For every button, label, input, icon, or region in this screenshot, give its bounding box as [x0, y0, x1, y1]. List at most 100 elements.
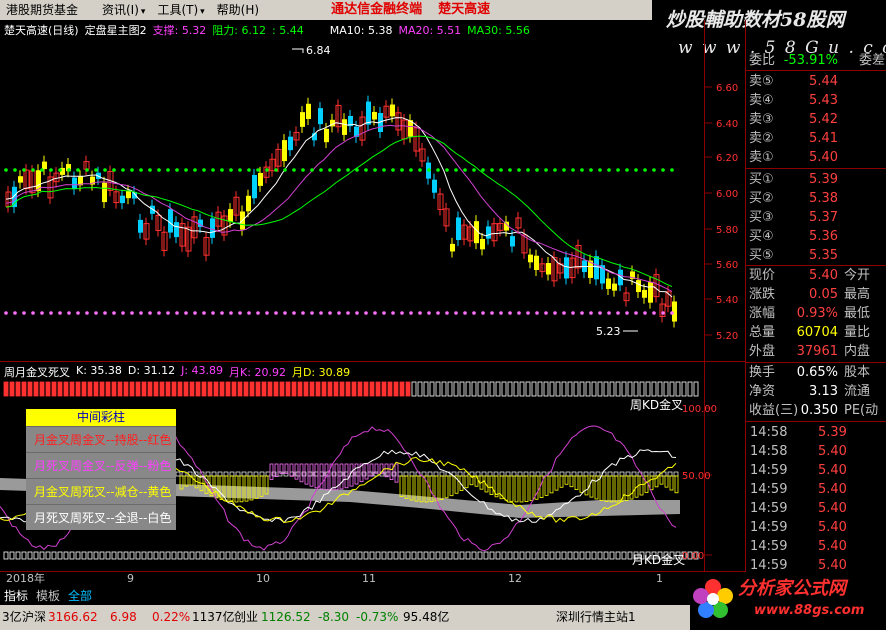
week-cross-bar	[165, 381, 171, 397]
week-cross-bar	[369, 381, 375, 397]
resist-dot	[157, 168, 161, 172]
site-logo: 分析家公式网 www.88gs.com	[690, 572, 886, 630]
station-name[interactable]: 深圳行情主站1	[556, 605, 636, 630]
resist-dot	[67, 168, 71, 172]
support-dot	[472, 311, 476, 315]
stat-label: 净资	[749, 384, 776, 399]
index2-name[interactable]: 创业	[234, 605, 258, 630]
menu-help[interactable]: 帮助(H)	[211, 0, 265, 20]
midline-dot	[487, 471, 493, 477]
midline-dot	[475, 471, 481, 477]
stat-label: 涨跌	[749, 287, 776, 302]
resist-dot	[211, 168, 215, 172]
week-cross-bar	[309, 381, 315, 397]
week-cross-bar	[207, 381, 213, 397]
week-cross-bar	[489, 381, 495, 397]
ask-row[interactable]: 卖⑤ 5.44	[746, 72, 886, 91]
resist-dot	[301, 168, 305, 172]
bid-price: 5.37	[809, 210, 838, 225]
week-cross-bar	[609, 381, 615, 397]
bid-row[interactable]: 买① 5.39	[746, 170, 886, 189]
kd-month-d: 月D: 30.89	[291, 366, 351, 379]
resist-dot	[517, 168, 521, 172]
signal-bar	[304, 463, 309, 485]
midline-dot	[421, 471, 427, 477]
menu-tools[interactable]: 工具(T) ▾	[151, 0, 210, 20]
midline-dot	[247, 471, 253, 477]
bid-row[interactable]: 买⑤ 5.35	[746, 246, 886, 265]
midline-dot	[511, 471, 517, 477]
candle-body	[252, 174, 257, 199]
bid-row[interactable]: 买④ 5.36	[746, 227, 886, 246]
month-cross-bar	[417, 551, 423, 560]
week-cross-bar	[645, 381, 651, 397]
month-cross-bar	[201, 551, 207, 560]
week-cross-bar	[447, 381, 453, 397]
signal-bar	[509, 475, 514, 502]
candle-body	[126, 190, 131, 199]
signal-bar	[529, 475, 534, 502]
resist-dot	[589, 168, 593, 172]
bid-row[interactable]: 买③ 5.37	[746, 208, 886, 227]
bid-row[interactable]: 买② 5.38	[746, 189, 886, 208]
menu-hk-futures[interactable]: 港股期货基金	[0, 0, 96, 20]
tab-indicator[interactable]: 指标	[0, 588, 32, 604]
support-dot	[274, 311, 278, 315]
week-cross-bar	[87, 381, 93, 397]
candle-body	[636, 280, 641, 293]
bid-label: 买①	[749, 172, 774, 187]
stat-label: 最低	[844, 306, 871, 321]
ask-row[interactable]: 卖① 5.40	[746, 148, 886, 167]
week-cross-bar	[597, 381, 603, 397]
midline-dot	[613, 471, 619, 477]
month-cross-bar	[537, 551, 543, 560]
kd-k: K: 35.38	[76, 364, 122, 377]
resist-dot	[400, 168, 404, 172]
week-cross-bar	[507, 381, 513, 397]
candle-body	[366, 101, 371, 125]
resist-value: 6.12	[241, 24, 267, 37]
week-cross-bar	[117, 381, 123, 397]
week-cross-bar	[387, 381, 393, 397]
tab-all[interactable]: 全部	[64, 588, 96, 604]
tab-template[interactable]: 模板	[32, 588, 64, 604]
midline-dot	[493, 471, 499, 477]
tick-row: 14:59 5.40	[746, 461, 886, 480]
week-cross-bar	[93, 381, 99, 397]
support-dot	[211, 311, 215, 315]
indicator-name[interactable]: 定盘星主图2	[85, 23, 147, 39]
resist-dot	[643, 168, 647, 172]
menu-info[interactable]: 资讯(I) ▾	[96, 0, 151, 20]
resist-dot	[292, 168, 296, 172]
candlestick-chart[interactable]: 6.60 6.40 6.20 6.00 5.80 5.60 5.40 5.20 6.84 5.…	[0, 39, 745, 360]
support-dot	[85, 311, 89, 315]
kd-tick-label: 0.00	[682, 551, 704, 562]
tick-row: 14:58 5.39	[746, 423, 886, 442]
resist-dot	[481, 168, 485, 172]
midline-dot	[643, 471, 649, 477]
index1-name[interactable]: 沪深	[22, 605, 46, 630]
support-dot	[634, 311, 638, 315]
month-cross-bar	[369, 551, 375, 560]
ask-row[interactable]: 卖③ 5.42	[746, 110, 886, 129]
signal-bar	[669, 475, 674, 491]
index2-volume: 95.48亿	[403, 610, 450, 624]
week-cross-bar	[333, 381, 339, 397]
ask-row[interactable]: 卖④ 5.43	[746, 91, 886, 110]
stat-label: 换手	[749, 365, 776, 380]
signal-bar	[514, 475, 519, 503]
kd-j: J: 43.89	[181, 364, 224, 377]
resist-dot	[526, 168, 530, 172]
resist-dot	[490, 168, 494, 172]
week-cross-bar	[531, 381, 537, 397]
month-cross-bar	[465, 551, 471, 560]
candle-body	[648, 281, 653, 303]
ask-row[interactable]: 卖② 5.41	[746, 129, 886, 148]
signal-bar	[664, 475, 669, 488]
support-dot	[40, 311, 44, 315]
time-label: 11	[362, 572, 376, 585]
kd-indicator-name[interactable]: 周月金叉死叉	[4, 364, 70, 379]
support-dot	[382, 311, 386, 315]
week-cross-bar	[273, 381, 279, 397]
price-tick-label: 5.40	[716, 295, 738, 306]
